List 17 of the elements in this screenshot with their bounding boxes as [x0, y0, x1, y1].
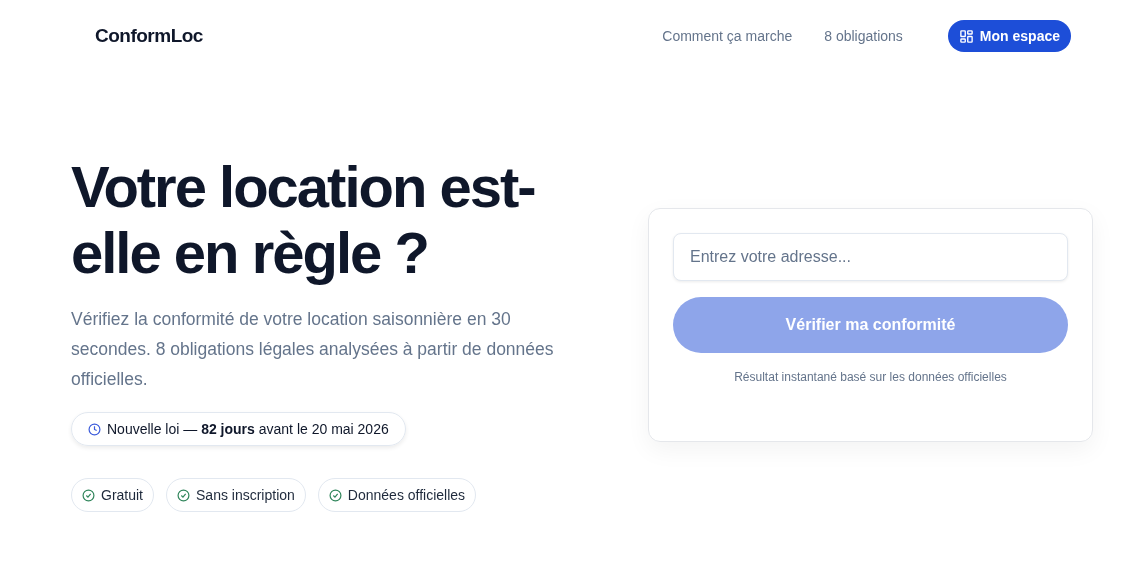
clock-icon	[88, 422, 101, 436]
badge-label: Gratuit	[101, 487, 143, 503]
grid-icon	[958, 28, 974, 44]
logo[interactable]: ConformLoc	[95, 25, 663, 47]
badge-label: Sans inscription	[196, 487, 295, 503]
check-circle-icon	[177, 488, 190, 502]
notice-text: Nouvelle loi — 82 jours avant le 20 mai 2026	[107, 421, 389, 437]
hero-subtitle: Vérifiez la conformité de votre location saisonnière en 30 secondes. 8 obligations légales analysées à partir de données officielles.	[71, 308, 555, 391]
check-circle-icon	[328, 488, 342, 502]
address-field[interactable]: Entrez votre adresse...	[673, 233, 1068, 281]
badge-label: Données officielles	[347, 487, 466, 503]
nav-link[interactable]: 8 obligations	[824, 28, 903, 44]
account-button[interactable]: Mon espace	[947, 20, 1071, 52]
nav-link[interactable]: Comment ça marche	[662, 28, 793, 44]
hero-title: Votre location est-elle en règle ?	[71, 154, 536, 286]
result-note: Résultat instantané basé sur les données officielles	[734, 370, 1007, 384]
check-circle-icon	[82, 488, 95, 502]
